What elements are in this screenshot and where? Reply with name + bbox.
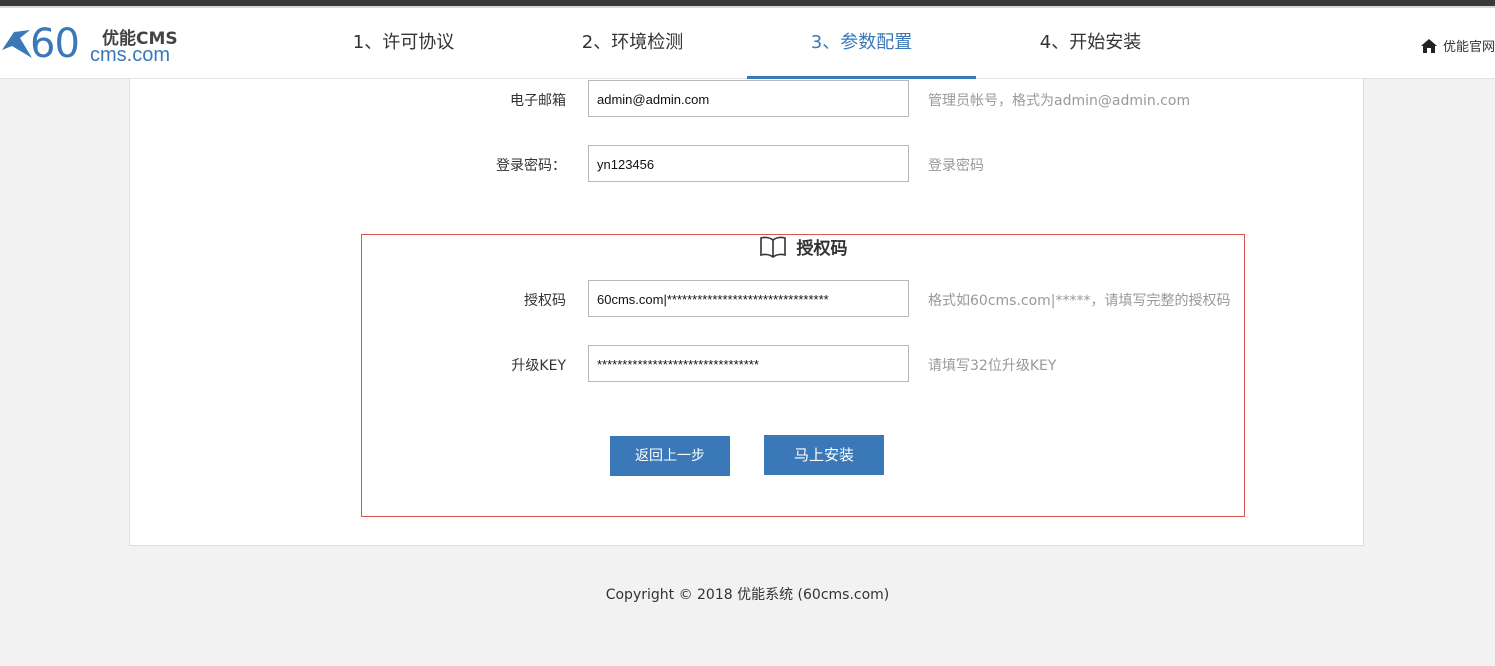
logo-domain-text: cms.com [90, 44, 170, 66]
home-icon [1420, 39, 1437, 53]
logo-number: 60 [30, 21, 80, 67]
email-row: 电子邮箱 admin@admin.com 管理员帐号，格式为admin@admi… [130, 80, 1363, 120]
step-label: 3、参数配置 [810, 32, 913, 53]
password-label: 登录密码： [496, 158, 566, 174]
step-install[interactable]: 4、开始安装 [976, 8, 1205, 78]
email-label: 电子邮箱 [510, 93, 566, 109]
password-row: 登录密码： yn123456 登录密码 [130, 145, 1363, 185]
footer-copyright: Copyright © 2018 优能系统 (60cms.com) [605, 587, 890, 603]
install-button[interactable]: 马上安装 [764, 435, 884, 475]
step-environment[interactable]: 2、环境检测 [518, 8, 747, 78]
email-field[interactable]: admin@admin.com [588, 80, 909, 117]
password-field[interactable]: yn123456 [588, 145, 909, 182]
auth-code-row: 授权码 60cms.com|**************************… [130, 280, 1363, 320]
auth-title-text: 授权码 [796, 239, 848, 259]
official-site-link[interactable]: 优能官网 [1420, 36, 1495, 55]
logo-mark-icon [2, 30, 32, 58]
step-license[interactable]: 1、许可协议 [289, 8, 518, 78]
upgrade-key-label: 升级KEY [511, 358, 566, 374]
config-panel: 电子邮箱 admin@admin.com 管理员帐号，格式为admin@admi… [129, 79, 1364, 546]
step-config[interactable]: 3、参数配置 [747, 8, 976, 79]
back-button[interactable]: 返回上一步 [610, 436, 730, 476]
header: 60 优能CMS cms.com 1、许可协议 2、环境检测 3、参数配置 4、… [0, 8, 1495, 79]
step-label: 1、许可协议 [352, 32, 455, 53]
window-top-strip [0, 0, 1495, 8]
auth-code-hint: 格式如60cms.com|*****，请填写完整的授权码 [928, 293, 1231, 309]
upgrade-key-row: 升级KEY ******************************** 请… [130, 345, 1363, 385]
auth-code-field[interactable]: 60cms.com|******************************… [588, 280, 909, 317]
password-hint: 登录密码 [928, 158, 984, 174]
step-label: 4、开始安装 [1039, 32, 1142, 53]
email-hint: 管理员帐号，格式为admin@admin.com [928, 93, 1191, 109]
auth-code-label: 授权码 [524, 293, 566, 309]
logo[interactable]: 60 优能CMS cms.com [0, 20, 190, 70]
official-site-label: 优能官网 [1442, 40, 1495, 55]
auth-title: 授权码 [362, 235, 1244, 260]
step-label: 2、环境检测 [581, 32, 684, 53]
upgrade-key-field[interactable]: ******************************** [588, 345, 909, 382]
upgrade-key-hint: 请填写32位升级KEY [928, 358, 1057, 374]
book-icon [759, 236, 786, 258]
